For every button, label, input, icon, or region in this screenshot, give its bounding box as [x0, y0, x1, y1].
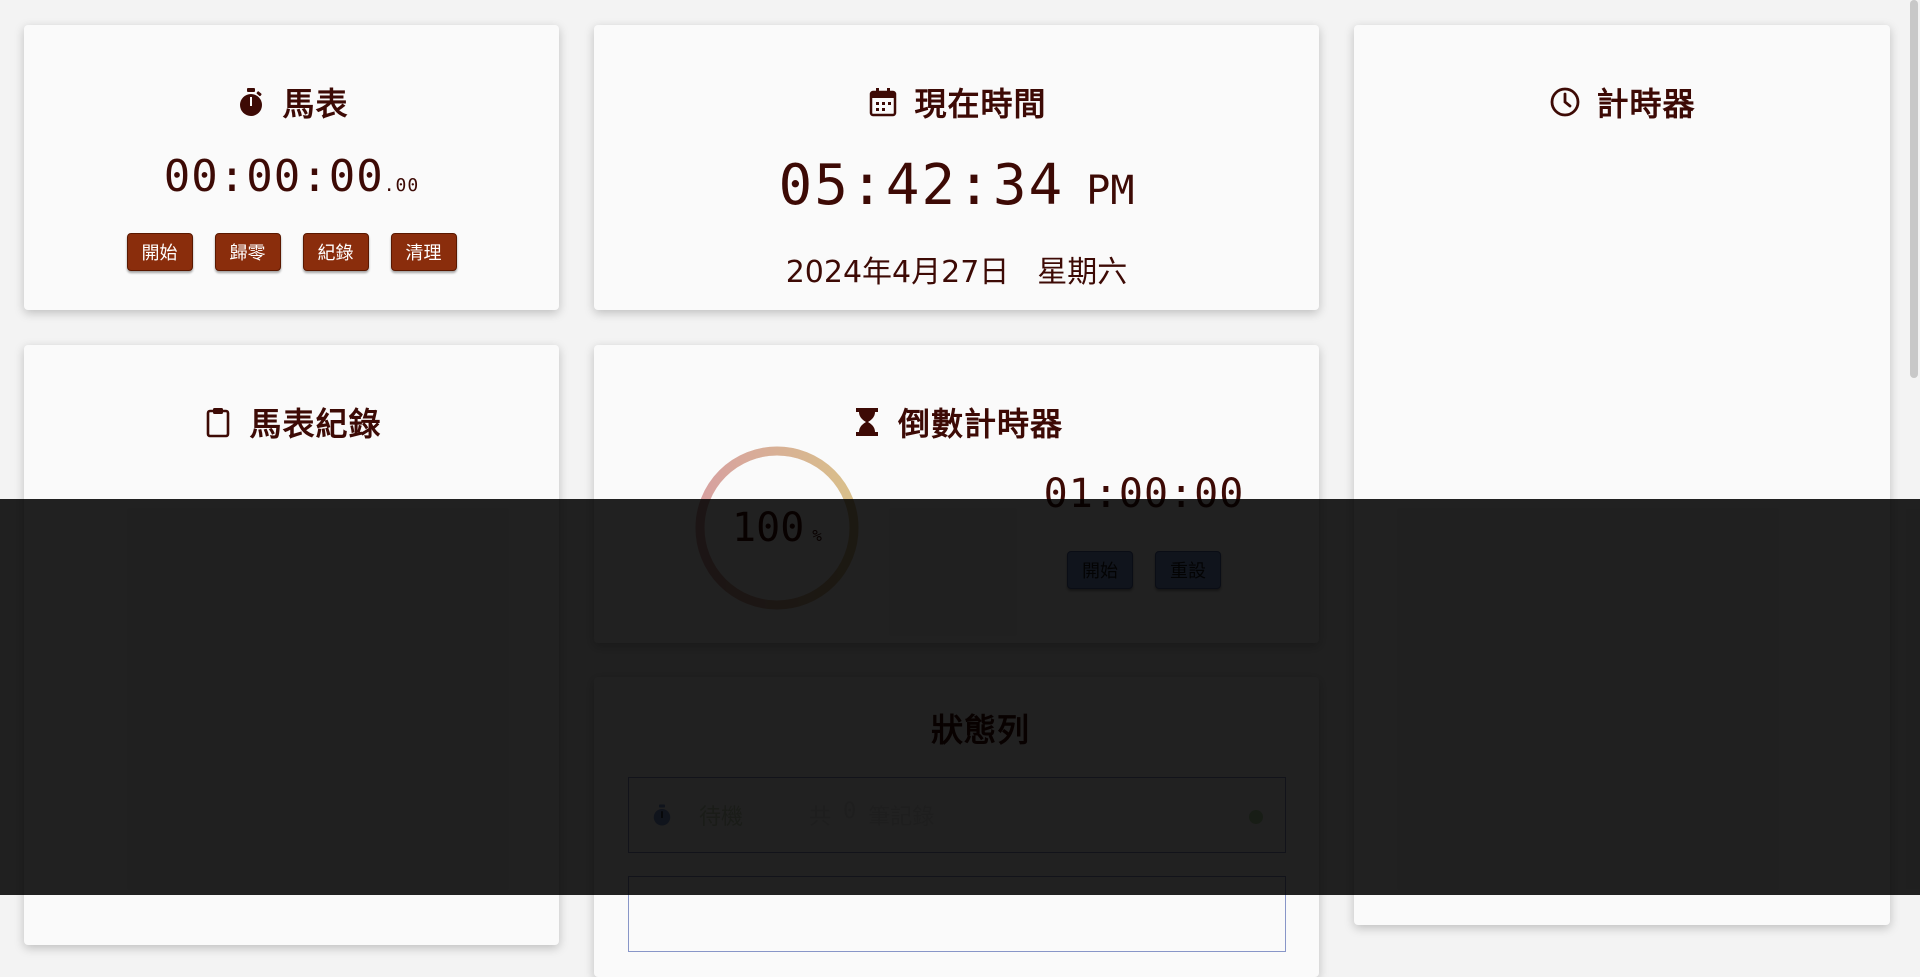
status-count-prefix: 共: [809, 805, 832, 830]
stopwatch-display: 00:00:00.00: [24, 151, 559, 202]
clock-card: 現在時間 05:42:34 PM 2024年4月27日 星期六: [594, 25, 1319, 310]
stopwatch-icon: [234, 85, 268, 119]
status-row: 待機 共 0 筆記錄: [628, 777, 1286, 853]
stopwatch-title: 馬表: [24, 77, 559, 127]
records-title: 馬表紀錄: [24, 397, 559, 447]
countdown-time: 01:00:00: [1043, 471, 1245, 517]
countdown-start-button[interactable]: 開始: [1067, 551, 1133, 589]
status-record-count: 共 0 筆記錄: [809, 799, 934, 831]
countdown-percent-value: 100: [732, 505, 805, 551]
countdown-card: 倒數計時器 100% 01:00:00 開始 重設: [594, 345, 1319, 643]
stopwatch-icon: [649, 802, 675, 828]
stopwatch-record-button[interactable]: 紀錄: [302, 233, 369, 271]
hourglass-icon: [850, 405, 884, 439]
stopwatch-card: 馬表 00:00:00.00 開始 歸零 紀錄 清理: [24, 25, 559, 310]
clock-icon: [1548, 85, 1582, 119]
status-card: 狀態列 待機 共 0 筆記錄: [594, 677, 1319, 977]
clock-ampm: PM: [1086, 168, 1135, 214]
status-title-text: 狀態列: [930, 711, 1030, 749]
countdown-title-text: 倒數計時器: [897, 405, 1063, 443]
status-state: 待機: [699, 805, 744, 830]
stopwatch-milliseconds: .00: [383, 175, 420, 196]
clock-time: 05:42:34: [778, 153, 1065, 218]
signal-icon: [883, 711, 917, 745]
stopwatch-clear-button[interactable]: 清理: [390, 233, 457, 271]
records-title-text: 馬表紀錄: [249, 405, 382, 443]
clock-display: 05:42:34 PM: [594, 153, 1319, 218]
weekday-text: 星期六: [1037, 255, 1128, 290]
clock-title: 現在時間: [594, 77, 1319, 127]
date-display: 2024年4月27日 星期六: [594, 247, 1319, 291]
timer-title: 計時器: [1354, 77, 1890, 127]
page-scrollbar[interactable]: [1910, 0, 1918, 378]
countdown-percent: 100%: [692, 443, 862, 613]
stopwatch-title-text: 馬表: [282, 85, 349, 123]
stopwatch-time: 00:00:00: [163, 151, 384, 202]
countdown-percent-sign: %: [812, 525, 822, 545]
date-text: 2024年4月27日: [785, 255, 1010, 290]
status-count-suffix: 筆記錄: [868, 805, 935, 830]
clock-title-text: 現在時間: [914, 85, 1047, 123]
timer-card: 計時器: [1354, 25, 1890, 925]
status-row: [628, 876, 1286, 952]
stopwatch-buttons: 開始 歸零 紀錄 清理: [24, 233, 559, 271]
countdown-buttons: 開始 重設: [994, 551, 1294, 589]
status-title: 狀態列: [594, 703, 1319, 753]
timer-title-text: 計時器: [1596, 85, 1696, 123]
stopwatch-start-button[interactable]: 開始: [126, 233, 193, 271]
status-indicator-dot: [1249, 810, 1263, 824]
countdown-title: 倒數計時器: [594, 397, 1319, 447]
clipboard-icon: [201, 405, 235, 439]
countdown-reset-button[interactable]: 重設: [1155, 551, 1221, 589]
status-count-value: 0: [843, 799, 857, 824]
stopwatch-reset-button[interactable]: 歸零: [214, 233, 281, 271]
calendar-icon: [866, 85, 900, 119]
records-card: 馬表紀錄: [24, 345, 559, 945]
